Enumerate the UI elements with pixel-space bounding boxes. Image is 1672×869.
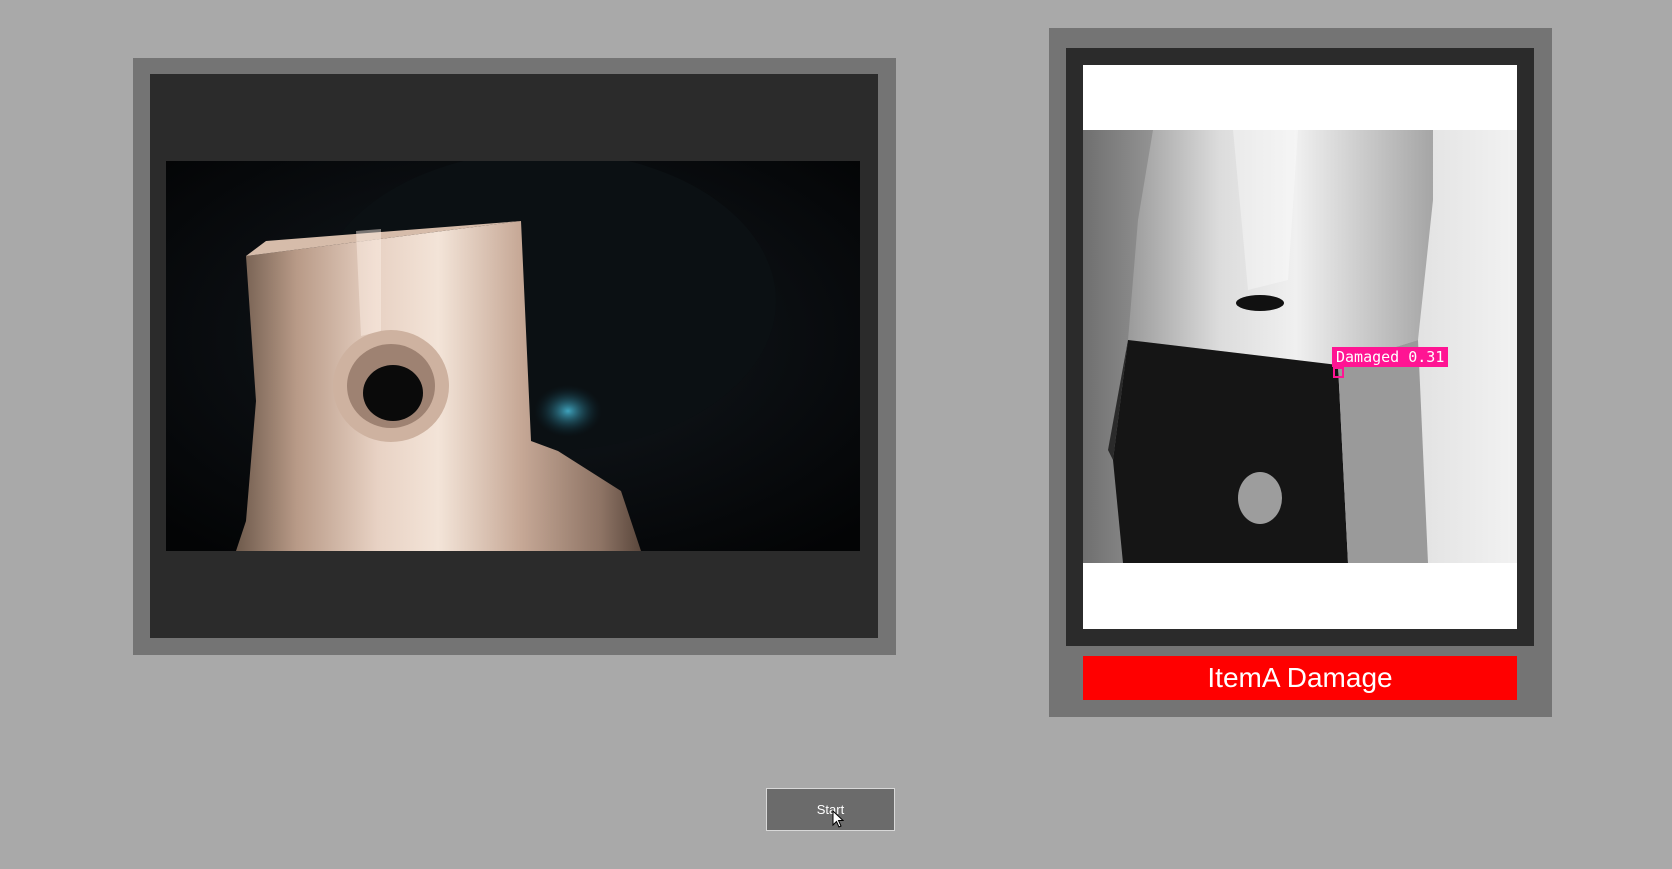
start-button[interactable]: Start — [766, 788, 895, 831]
camera-viewport — [150, 74, 878, 638]
camera-feed-graphic — [166, 161, 860, 551]
result-image: Damaged 0.31 — [1083, 130, 1517, 563]
mouse-cursor-icon — [832, 810, 844, 828]
status-banner: ItemA Damage — [1083, 656, 1517, 700]
result-canvas: Damaged 0.31 — [1083, 65, 1517, 629]
detection-box — [1333, 367, 1344, 378]
detection-label: Damaged 0.31 — [1332, 347, 1449, 367]
result-graphic — [1083, 130, 1517, 563]
result-frame: Damaged 0.31 — [1066, 48, 1534, 646]
result-panel: Damaged 0.31 ItemA Damage — [1049, 28, 1552, 717]
camera-panel — [133, 58, 896, 655]
inspection-app: Damaged 0.31 ItemA Damage Start — [0, 0, 1672, 869]
camera-feed-image — [166, 161, 860, 551]
